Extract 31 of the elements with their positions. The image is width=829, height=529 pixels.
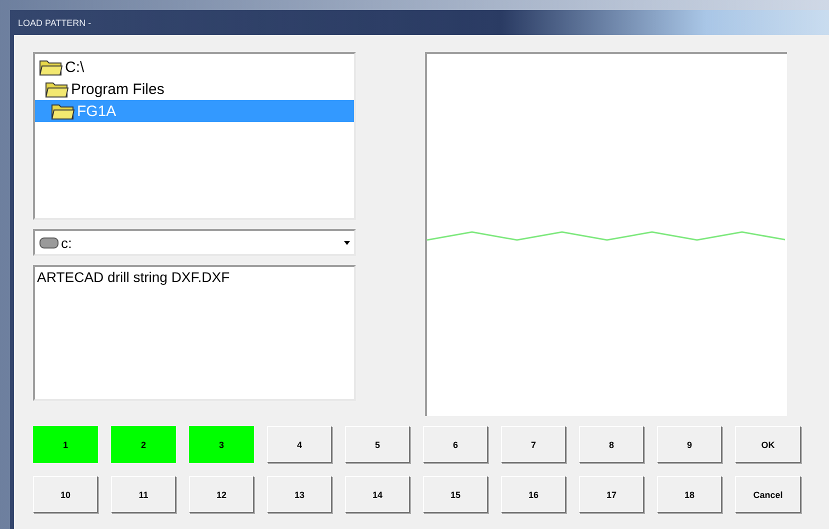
window-title: LOAD PATTERN - xyxy=(18,18,92,28)
pattern-button[interactable]: 9 xyxy=(657,426,722,463)
folder-item[interactable]: Program Files xyxy=(35,78,354,100)
folder-icon xyxy=(39,58,63,76)
pattern-button[interactable]: 18 xyxy=(657,476,722,513)
folder-icon xyxy=(51,102,75,120)
folder-item[interactable]: C:\ xyxy=(35,56,354,78)
pattern-button[interactable]: 4 xyxy=(267,426,332,463)
drive-icon xyxy=(39,236,59,248)
pattern-button[interactable]: 16 xyxy=(501,476,566,513)
pattern-button[interactable]: 1 xyxy=(33,426,98,463)
pattern-button[interactable]: 14 xyxy=(345,476,410,513)
pattern-button[interactable]: 7 xyxy=(501,426,566,463)
ok-button[interactable]: OK xyxy=(735,426,801,463)
pattern-button[interactable]: 17 xyxy=(579,476,644,513)
pattern-button[interactable]: 8 xyxy=(579,426,644,463)
pattern-button[interactable]: 5 xyxy=(345,426,410,463)
cancel-button[interactable]: Cancel xyxy=(735,476,801,513)
pattern-button[interactable]: 2 xyxy=(111,426,176,463)
folder-icon xyxy=(45,80,69,98)
pattern-button[interactable]: 11 xyxy=(111,476,176,513)
pattern-button[interactable]: 13 xyxy=(267,476,332,513)
pattern-button[interactable]: 3 xyxy=(189,426,254,463)
pattern-button[interactable]: 15 xyxy=(423,476,488,513)
file-item[interactable]: ARTECAD drill string DXF.DXF xyxy=(37,269,352,285)
pattern-button[interactable]: 6 xyxy=(423,426,488,463)
drive-dropdown[interactable]: c: xyxy=(33,229,356,256)
pattern-button[interactable]: 12 xyxy=(189,476,254,513)
drive-value: c: xyxy=(61,234,72,250)
pattern-button[interactable]: 10 xyxy=(33,476,98,513)
dropdown-icon xyxy=(344,240,350,244)
